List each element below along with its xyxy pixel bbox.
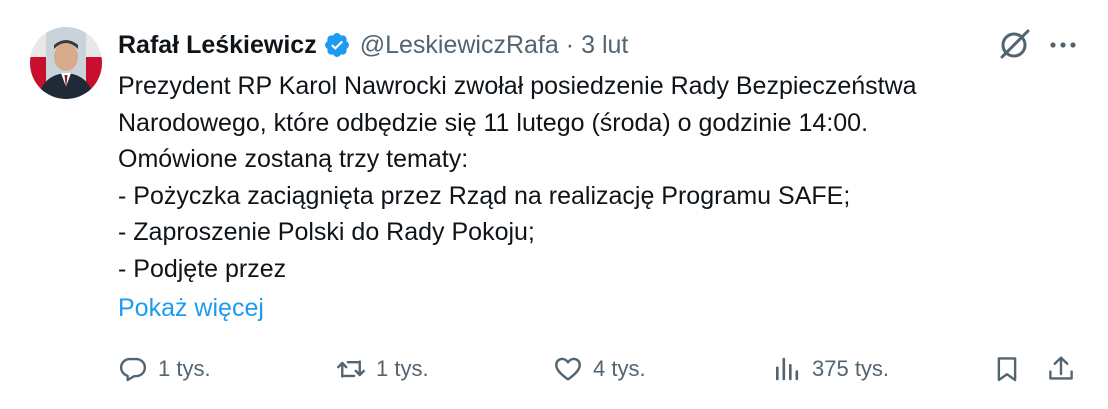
tweet: Rafał Leśkiewicz @LeskiewiczRafa · 3 lut… (0, 0, 1108, 409)
verified-badge-icon[interactable] (323, 31, 351, 59)
more-options-icon[interactable] (1046, 30, 1080, 60)
share-icon (1046, 354, 1076, 384)
timestamp[interactable]: 3 lut (581, 31, 628, 60)
retweet-button[interactable]: 1 tys. (336, 348, 429, 390)
retweet-count: 1 tys. (376, 356, 429, 381)
tweet-text: Prezydent RP Karol Nawrocki zwołał posie… (118, 72, 917, 283)
heart-icon (553, 354, 583, 384)
share-button[interactable] (1046, 348, 1076, 390)
views-count: 375 tys. (812, 356, 890, 381)
views-button[interactable]: 375 tys. (772, 348, 889, 390)
author-handle[interactable]: @LeskiewiczRafa (360, 31, 559, 60)
separator-dot: · (565, 30, 575, 59)
bookmark-button[interactable] (992, 348, 1022, 390)
show-more-link[interactable]: Pokaż więcej (118, 290, 264, 326)
retweet-icon (336, 354, 366, 384)
tweet-header: Rafał Leśkiewicz @LeskiewiczRafa · 3 lut (118, 28, 628, 62)
grok-icon[interactable] (995, 26, 1033, 64)
action-bar: 1 tys. 1 tys. 4 tys. 375 tys. (0, 348, 1108, 390)
reply-icon (118, 354, 148, 384)
author-name[interactable]: Rafał Leśkiewicz (118, 31, 317, 60)
bookmark-icon (992, 354, 1022, 384)
views-icon (772, 354, 802, 384)
reply-count: 1 tys. (158, 356, 211, 381)
like-count: 4 tys. (593, 356, 646, 381)
reply-button[interactable]: 1 tys. (118, 348, 211, 390)
avatar[interactable] (30, 27, 102, 99)
like-button[interactable]: 4 tys. (553, 348, 646, 390)
